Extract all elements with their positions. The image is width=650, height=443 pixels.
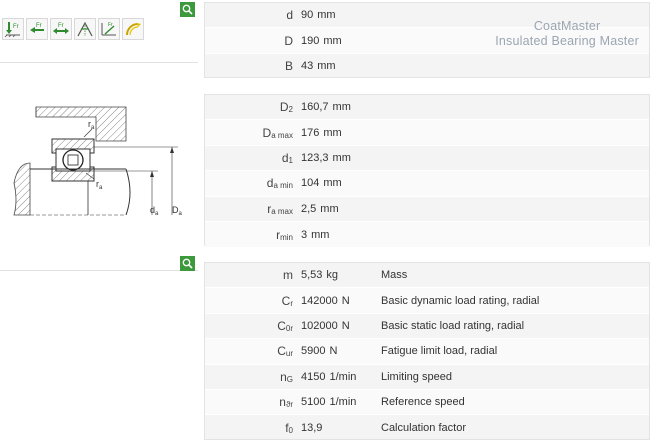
symbol-label: C0r bbox=[277, 318, 293, 333]
svg-text:ra: ra bbox=[88, 119, 95, 131]
value-cell: 190 mm bbox=[301, 34, 342, 47]
description-cell: Basic dynamic load rating, radial bbox=[381, 294, 540, 307]
magnifier-icon bbox=[182, 4, 193, 15]
svg-text:Fr: Fr bbox=[58, 23, 64, 29]
misalignment-button[interactable]: Fr bbox=[98, 18, 120, 40]
symbol-label: rmin bbox=[276, 227, 293, 242]
table-row: d1 123,3 mm bbox=[205, 146, 649, 172]
magnifier-icon bbox=[182, 258, 193, 269]
symbol-label: ra max bbox=[267, 201, 293, 216]
svg-text:da: da bbox=[150, 205, 159, 217]
value-cell: 123,3 mm bbox=[301, 151, 351, 164]
axial-load-both-button[interactable]: Fr bbox=[50, 18, 72, 40]
symbol-label: d1 bbox=[281, 150, 293, 165]
svg-text:Fr: Fr bbox=[36, 23, 42, 29]
value-cell: 4150 1/min bbox=[301, 370, 357, 383]
symbol-label: Da max bbox=[262, 125, 293, 140]
value-cell: 2,5 mm bbox=[301, 202, 339, 215]
description-cell: Mass bbox=[381, 269, 408, 282]
table-row: Cr 142000 N Basic dynamic load rating, ra… bbox=[205, 288, 649, 314]
main-dimensions-panel: d 90 mm D 190 mm B 43 mm CoatMaster Insulat… bbox=[204, 2, 650, 80]
axial-load-left-button[interactable]: Fr bbox=[26, 18, 48, 40]
table-row: f0 13,9 Calculation factor bbox=[205, 415, 649, 440]
value-cell: 13,9 bbox=[301, 422, 323, 435]
angular-load-button[interactable] bbox=[74, 18, 96, 40]
value-cell: 5900 N bbox=[301, 345, 338, 358]
table-row: C0r 102000 N Basic static load rating, ra… bbox=[205, 314, 649, 340]
symbol-label: da min bbox=[266, 176, 293, 191]
zoom-drawing-button[interactable] bbox=[180, 256, 195, 271]
symbol-label: Cr bbox=[281, 293, 293, 308]
temperature-icon bbox=[126, 23, 141, 36]
symbol-label: f0 bbox=[285, 421, 293, 436]
symbol-label: B bbox=[284, 58, 293, 73]
svg-text:Fr: Fr bbox=[13, 24, 19, 30]
value-cell: 104 mm bbox=[301, 177, 342, 190]
misalignment-icon: Fr bbox=[101, 22, 116, 36]
svg-text:Fr: Fr bbox=[108, 22, 113, 28]
table-row: B 43 mm bbox=[205, 54, 649, 80]
symbol-label: nϑr bbox=[279, 395, 293, 410]
table-row: ra max 2,5 mm bbox=[205, 197, 649, 222]
axial-load-both-icon: Fr bbox=[53, 23, 69, 34]
bearing-cross-section-drawing: ra ra da Da bbox=[13, 106, 183, 217]
table-row: nϑr 5100 1/min Reference speed bbox=[205, 389, 649, 416]
symbol-label: Cur bbox=[277, 344, 293, 359]
svg-text:Da: Da bbox=[172, 205, 183, 217]
load-case-toolbar: Fr Fr Fr Fr bbox=[2, 18, 144, 44]
svg-text:ra: ra bbox=[96, 179, 103, 191]
description-cell: Reference speed bbox=[381, 396, 465, 409]
value-cell: 160,7 mm bbox=[301, 101, 351, 114]
symbol-label: nG bbox=[280, 369, 293, 384]
description-cell: Calculation factor bbox=[381, 422, 466, 435]
bearing-drawing-panel: ra ra da Da bbox=[0, 62, 198, 271]
table-row: da min 104 mm bbox=[205, 171, 649, 197]
value-cell: 43 mm bbox=[301, 59, 336, 72]
symbol-label: m bbox=[283, 268, 293, 283]
table-row: Cur 5900 N Fatigue limit load, radial bbox=[205, 339, 649, 365]
symbol-label: D2 bbox=[279, 100, 293, 115]
angular-load-icon bbox=[77, 21, 93, 37]
table-row: rmin 3 mm bbox=[205, 221, 649, 248]
description-cell: Basic static load rating, radial bbox=[381, 319, 525, 332]
description-cell: Limiting speed bbox=[381, 370, 452, 383]
table-row: Da max 176 mm bbox=[205, 120, 649, 146]
left-column: Fr Fr Fr Fr ra ra da Da bbox=[0, 0, 198, 443]
value-cell: 3 mm bbox=[301, 228, 330, 241]
ratings-panel: m 5,53 kg Mass Cr 142000 N Basic dynamic l… bbox=[204, 262, 650, 440]
radial-load-button[interactable]: Fr bbox=[2, 18, 24, 40]
value-cell: 142000 N bbox=[301, 294, 350, 307]
value-cell: 176 mm bbox=[301, 126, 342, 139]
value-cell: 90 mm bbox=[301, 9, 336, 22]
table-row: nG 4150 1/min Limiting speed bbox=[205, 365, 649, 390]
mounting-dimensions-panel: D2 160,7 mm Da max 176 mm d1 123,3 mm da mi… bbox=[204, 94, 650, 248]
radial-load-icon: Fr bbox=[4, 22, 20, 38]
symbol-label: D bbox=[284, 33, 293, 48]
symbol-label: d bbox=[286, 8, 293, 23]
zoom-toolbar-button[interactable] bbox=[180, 2, 195, 17]
value-cell: 5100 1/min bbox=[301, 396, 357, 409]
table-row: D2 160,7 mm bbox=[205, 95, 649, 121]
value-cell: 5,53 kg bbox=[301, 269, 339, 282]
description-cell: Fatigue limit load, radial bbox=[381, 345, 498, 358]
axial-load-left-icon: Fr bbox=[30, 23, 44, 33]
brand-watermark: CoatMaster Insulated Bearing Master bbox=[495, 19, 639, 48]
table-row: m 5,53 kg Mass bbox=[205, 263, 649, 289]
temperature-button[interactable] bbox=[122, 18, 144, 40]
value-cell: 102000 N bbox=[301, 319, 350, 332]
